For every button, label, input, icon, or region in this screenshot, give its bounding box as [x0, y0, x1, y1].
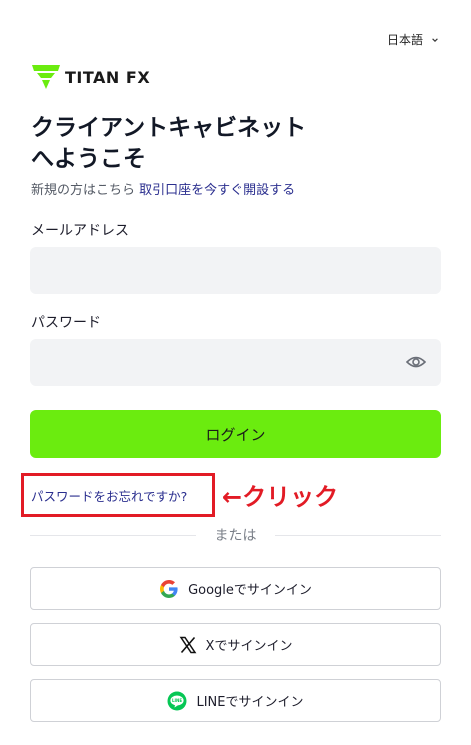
password-label: パスワード [31, 315, 101, 331]
password-field[interactable] [30, 339, 441, 386]
page-title: クライアントキャビネット へようこそ [31, 113, 451, 175]
divider-right [275, 535, 441, 536]
x-signin-button[interactable]: Xでサインイン [30, 623, 441, 666]
open-account-link[interactable]: 取引口座を今すぐ開設する [139, 183, 295, 198]
google-signin-label: Googleでサインイン [188, 583, 312, 598]
language-selector[interactable]: 日本語 [387, 31, 439, 48]
line-signin-button[interactable]: LINE LINEでサインイン [30, 679, 441, 722]
svg-text:LINE: LINE [172, 698, 182, 703]
google-signin-button[interactable]: Googleでサインイン [30, 567, 441, 610]
click-annotation: ←クリック [222, 483, 339, 511]
forgot-password-link[interactable]: パスワードをお忘れですか? [31, 486, 187, 505]
title-line-1: クライアントキャビネット [31, 115, 307, 141]
login-button[interactable]: ログイン [30, 410, 441, 458]
line-icon: LINE [167, 691, 187, 710]
line-signin-label: LINEでサインイン [196, 695, 304, 710]
language-label: 日本語 [386, 33, 423, 47]
titan-logo-icon [32, 65, 60, 89]
google-icon [160, 579, 178, 598]
x-signin-label: Xでサインイン [205, 639, 293, 654]
eye-icon[interactable] [406, 354, 426, 370]
email-label: メールアドレス [31, 223, 129, 239]
title-line-2: へようこそ [31, 146, 146, 172]
email-field[interactable] [30, 247, 441, 294]
titan-fx-logo: TITAN FX [31, 64, 150, 90]
chevron-down-icon [432, 37, 438, 42]
brand-name: TITAN FX [65, 67, 151, 87]
new-user-text: 新規の方はこちら [31, 183, 136, 198]
signup-prompt: 新規の方はこちら 取引口座を今すぐ開設する [31, 179, 295, 198]
x-icon [179, 636, 196, 653]
